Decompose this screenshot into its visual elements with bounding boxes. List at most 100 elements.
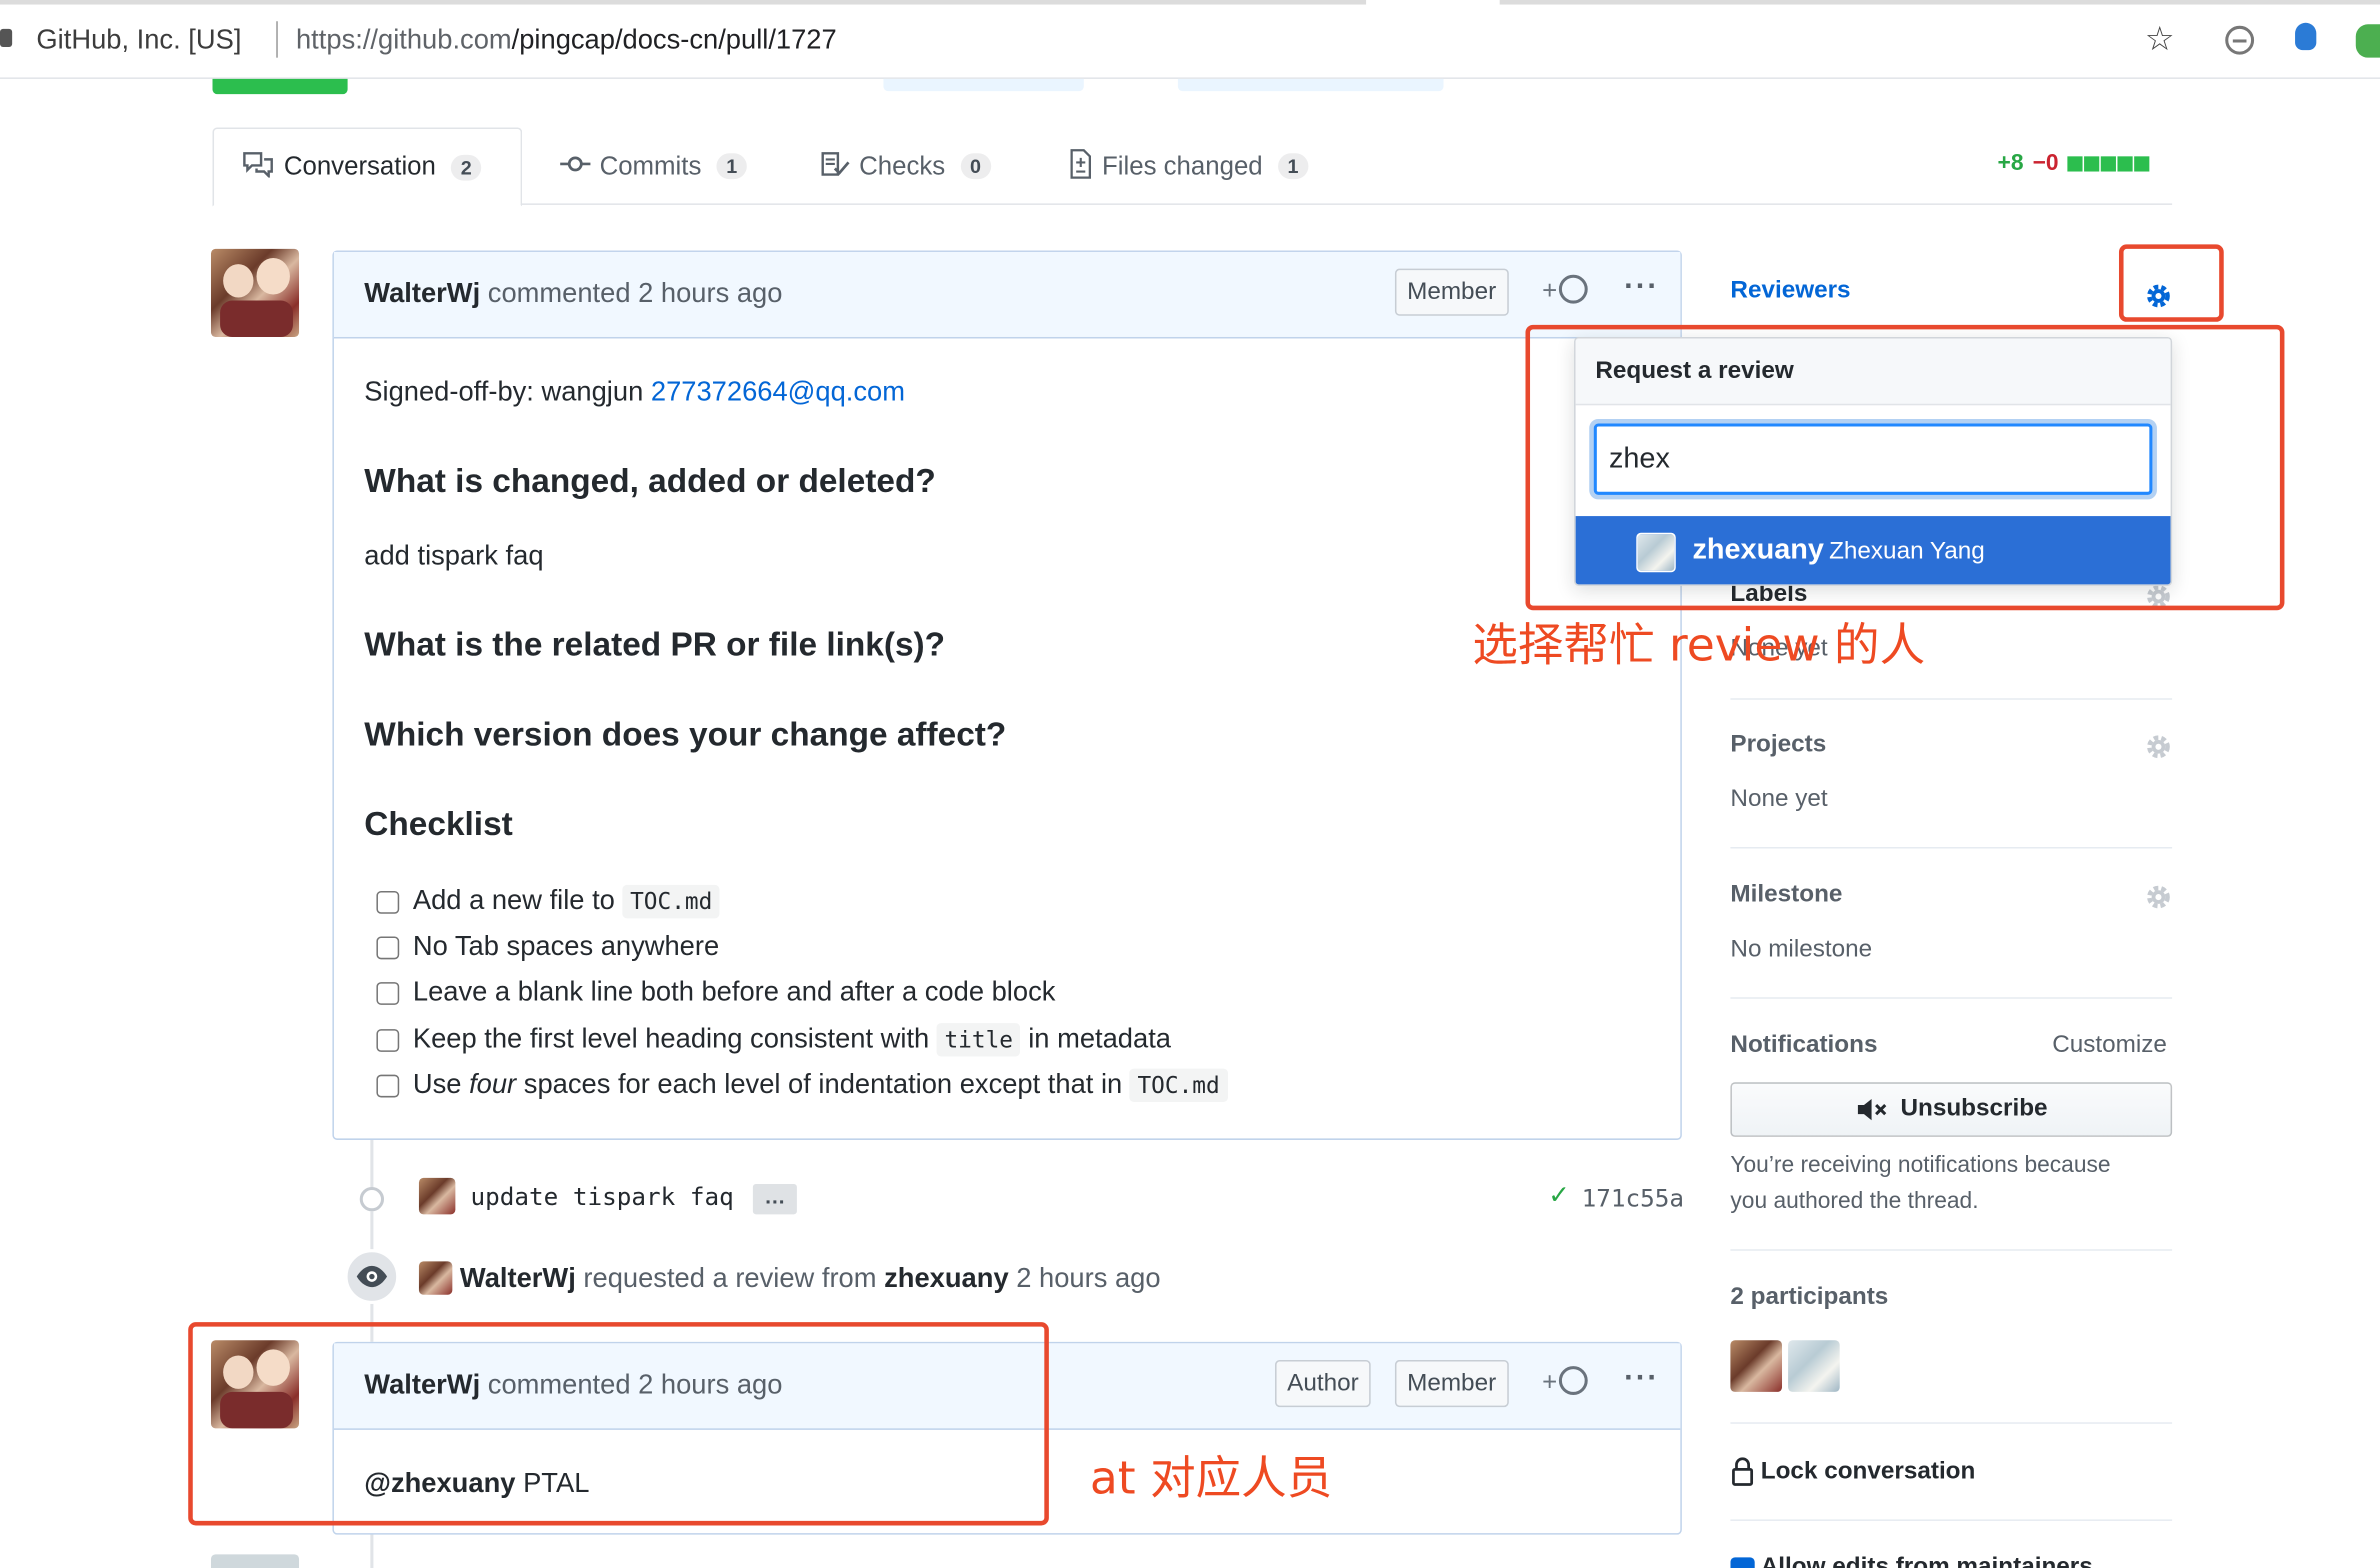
sidebar-divider bbox=[1730, 997, 2173, 999]
avatar[interactable] bbox=[210, 1554, 300, 1568]
tab-counter: 0 bbox=[960, 153, 991, 180]
smiley-icon bbox=[1558, 1366, 1588, 1395]
tab-conversation[interactable]: Conversation 2 bbox=[212, 127, 523, 207]
check-icon[interactable]: ✓ bbox=[1548, 1181, 1570, 1211]
projects-gear-icon[interactable] bbox=[2143, 732, 2173, 762]
lock-conversation-link[interactable]: Lock conversation bbox=[1730, 1457, 1975, 1487]
comment-header: WalterWj commented 2 hours ago Member + … bbox=[333, 251, 1681, 339]
allow-edits-row: Allow edits from maintainers bbox=[1730, 1554, 2155, 1568]
milestone-title[interactable]: Milestone bbox=[1730, 882, 1842, 909]
address-divider bbox=[276, 21, 278, 58]
task-emphasis: four bbox=[469, 1068, 517, 1099]
url-host: https://github.com bbox=[295, 24, 512, 55]
notification-reason: You’re receiving notifications because bbox=[1730, 1152, 2111, 1178]
lock-conversation-label: Lock conversation bbox=[1760, 1458, 1976, 1485]
head-branch-ref[interactable] bbox=[1177, 78, 1444, 92]
allow-edits-label: Allow edits from maintainers bbox=[1760, 1554, 2093, 1568]
tab-checks[interactable]: Checks 0 bbox=[820, 128, 991, 205]
reaction-plus: + bbox=[1542, 276, 1558, 306]
sidebar-divider bbox=[1730, 1249, 2173, 1251]
tab-commits[interactable]: Commits 1 bbox=[560, 128, 747, 205]
event-time[interactable]: 2 hours ago bbox=[1016, 1263, 1160, 1293]
annotation-box-popover bbox=[1525, 324, 2285, 611]
add-reaction-button[interactable]: + bbox=[1542, 1366, 1588, 1398]
event-text: requested a review from bbox=[583, 1262, 877, 1294]
participant-avatar[interactable] bbox=[1788, 1340, 1840, 1392]
comment-author[interactable]: WalterWj bbox=[364, 278, 480, 308]
inline-code: TOC.md bbox=[622, 884, 720, 919]
avatar[interactable] bbox=[210, 248, 300, 337]
site-identity[interactable]: GitHub, Inc. [US] bbox=[36, 24, 241, 56]
url-path: /pingcap/docs-cn/pull/1727 bbox=[511, 24, 837, 55]
diffstat-block bbox=[2117, 155, 2133, 171]
extension-block-icon[interactable] bbox=[2225, 25, 2255, 55]
bookmark-star-icon[interactable]: ☆ bbox=[2145, 20, 2175, 59]
commit-message[interactable]: update tispark faq bbox=[471, 1182, 734, 1211]
tab-label: Conversation bbox=[283, 151, 436, 181]
avatar[interactable] bbox=[418, 1261, 453, 1295]
expand-commit-button[interactable]: … bbox=[752, 1183, 797, 1215]
customize-link[interactable]: Customize bbox=[2052, 1032, 2167, 1059]
task-checkbox[interactable] bbox=[376, 1074, 400, 1098]
comment-discussion-icon bbox=[241, 150, 274, 183]
timeline-line bbox=[370, 1533, 374, 1568]
heading-changed: What is changed, added or deleted? bbox=[364, 461, 936, 500]
participant-avatar[interactable] bbox=[1730, 1340, 1783, 1392]
extension-evernote-icon[interactable] bbox=[2355, 24, 2380, 58]
comment-options-icon[interactable]: ··· bbox=[1624, 1362, 1659, 1397]
unsubscribe-button[interactable]: Unsubscribe bbox=[1730, 1082, 2173, 1137]
diffstat[interactable]: +8 −0 bbox=[1998, 150, 2152, 176]
tab-files-changed[interactable]: Files changed 1 bbox=[1069, 128, 1309, 205]
sidebar-divider bbox=[1730, 846, 2173, 849]
member-badge: Member bbox=[1394, 268, 1509, 316]
unsubscribe-label: Unsubscribe bbox=[1900, 1095, 2048, 1122]
milestone-gear-icon[interactable] bbox=[2143, 882, 2173, 912]
eye-icon-badge bbox=[344, 1249, 400, 1304]
task-text: Use bbox=[412, 1068, 462, 1099]
tab-counter: 1 bbox=[716, 153, 747, 180]
task-checkbox[interactable] bbox=[376, 982, 400, 1005]
heading-version: Which version does your change affect? bbox=[364, 714, 1007, 753]
lock-icon bbox=[1732, 1457, 1754, 1486]
lock-icon bbox=[0, 28, 13, 48]
task-item: No Tab spaces anywhere bbox=[412, 930, 720, 961]
diffstat-block bbox=[2084, 155, 2100, 171]
task-checkbox[interactable] bbox=[376, 891, 400, 914]
projects-title[interactable]: Projects bbox=[1730, 732, 1826, 759]
allow-edits-checkbox[interactable] bbox=[1730, 1557, 1755, 1568]
diffstat-block bbox=[2067, 155, 2083, 171]
comment-options-icon[interactable]: ··· bbox=[1624, 270, 1659, 305]
tab-counter: 2 bbox=[451, 154, 482, 180]
mute-icon bbox=[1857, 1098, 1887, 1121]
file-diff-icon bbox=[1069, 148, 1093, 184]
event-target[interactable]: zhexuany bbox=[884, 1263, 1009, 1293]
participants-title: 2 participants bbox=[1730, 1284, 1889, 1310]
tab-strip bbox=[0, 0, 2380, 5]
task-item: Leave a blank line both before and after… bbox=[412, 976, 1056, 1007]
annotation-at-person: at 对应人员 bbox=[1089, 1452, 1333, 1506]
url-field[interactable]: https://github.com/pingcap/docs-cn/pull/… bbox=[296, 24, 837, 56]
diff-deletions: −0 bbox=[2032, 150, 2059, 177]
sidebar-divider bbox=[1730, 1422, 2173, 1424]
annotation-select-reviewer: 选择帮忙 review 的人 bbox=[1472, 619, 1926, 673]
comment-action[interactable]: commented 2 hours ago bbox=[488, 278, 783, 308]
task-item: Keep the first level heading consistent … bbox=[412, 1023, 1171, 1057]
base-branch-ref[interactable] bbox=[883, 78, 1084, 92]
commit-sha[interactable]: 171c55a bbox=[1582, 1184, 1684, 1213]
extension-bulb-icon[interactable] bbox=[2295, 22, 2317, 51]
tab-label: Commits bbox=[599, 151, 702, 180]
task-checkbox[interactable] bbox=[376, 936, 400, 960]
smiley-icon bbox=[1558, 274, 1588, 304]
member-badge: Member bbox=[1394, 1360, 1509, 1408]
page-root: GitHub, Inc. [US] https://github.com/pin… bbox=[0, 0, 2380, 1568]
projects-value: None yet bbox=[1730, 786, 1828, 813]
task-checkbox[interactable] bbox=[376, 1029, 400, 1052]
task-item: Add a new file to TOC.md bbox=[413, 884, 720, 919]
checklist-icon bbox=[820, 150, 850, 183]
event-actor[interactable]: WalterWj bbox=[460, 1263, 576, 1293]
email-link[interactable]: 277372664@qq.com bbox=[651, 376, 905, 406]
task-text: Keep the first level heading consistent … bbox=[412, 1023, 930, 1054]
add-reaction-button[interactable]: + bbox=[1542, 274, 1588, 307]
reviewers-title[interactable]: Reviewers bbox=[1730, 278, 1850, 305]
avatar[interactable] bbox=[418, 1177, 456, 1215]
